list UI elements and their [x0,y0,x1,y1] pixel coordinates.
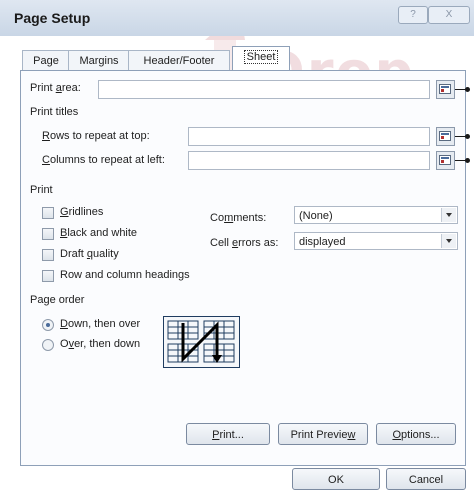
comments-select[interactable]: (None) [294,206,458,224]
dialog-title: Page Setup [14,10,91,26]
close-button[interactable]: X [428,6,470,24]
page-order-heading: Page order [30,294,85,306]
help-button[interactable]: ? [398,6,428,24]
columns-repeat-collapse-button[interactable] [436,151,455,170]
print-heading: Print [30,184,53,196]
options-button[interactable]: Options... [376,423,456,445]
tab-sheet[interactable]: Sheet [232,46,290,72]
callout-line [455,158,470,163]
tab-header-footer[interactable]: Header/Footer [128,50,230,71]
print-area-label: Print area: [30,82,81,94]
row-column-headings-label: Row and column headings [60,269,190,281]
columns-repeat-input[interactable] [188,151,430,170]
over-then-down-radio[interactable] [42,339,54,351]
draft-quality-label: Draft quality [60,248,119,260]
tab-margins[interactable]: Margins [68,50,130,71]
callout-line [455,134,470,139]
columns-repeat-label: Columns to repeat at left: [42,154,165,166]
page-setup-dialog: Drop Books Page Setup ? X Page Margins H… [0,0,474,504]
tab-page[interactable]: Page [22,50,70,71]
row-column-headings-checkbox[interactable] [42,270,54,282]
print-preview-button[interactable]: Print Preview [278,423,368,445]
rows-repeat-input[interactable] [188,127,430,146]
cancel-button[interactable]: Cancel [386,468,466,490]
gridlines-checkbox[interactable] [42,207,54,219]
down-then-over-radio[interactable] [42,319,54,331]
help-icon: ? [410,9,416,20]
down-then-over-label: Down, then over [60,318,141,330]
callout-line [455,87,470,92]
print-button[interactable]: Print... [186,423,270,445]
comments-label: Comments: [210,212,267,224]
black-white-label: Black and white [60,227,138,239]
cell-errors-select[interactable]: displayed [294,232,458,250]
print-area-collapse-button[interactable] [436,80,455,99]
chevron-down-icon [441,208,456,222]
print-titles-heading: Print titles [30,106,79,118]
rows-repeat-collapse-button[interactable] [436,127,455,146]
chevron-down-icon [441,234,456,248]
over-then-down-label: Over, then down [60,338,141,350]
gridlines-label: Gridlines [60,206,104,218]
print-area-input[interactable] [98,80,430,99]
collapse-dialog-icon [439,131,451,141]
draft-quality-checkbox[interactable] [42,249,54,261]
ok-button[interactable]: OK [292,468,380,490]
cell-errors-label: Cell errors as: [210,237,279,249]
close-icon: X [445,9,453,20]
black-white-checkbox[interactable] [42,228,54,240]
page-order-preview-icon [163,316,240,368]
title-bar: Page Setup ? X [0,0,474,36]
rows-repeat-label: Rows to repeat at top: [42,130,150,142]
collapse-dialog-icon [439,155,451,165]
collapse-dialog-icon [439,84,451,94]
